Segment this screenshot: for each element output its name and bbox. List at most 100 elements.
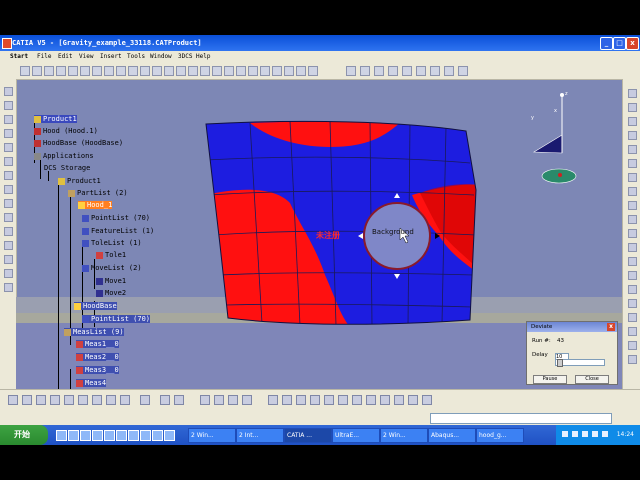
tool-icon[interactable] <box>78 395 88 405</box>
tree-node-label: PartList (2) <box>77 189 128 197</box>
quick-launch-icon[interactable] <box>80 430 91 441</box>
quick-launch-icon[interactable] <box>116 430 127 441</box>
tool-icon[interactable] <box>242 395 252 405</box>
quick-launch-icon[interactable] <box>56 430 67 441</box>
tray-icon[interactable] <box>592 431 598 437</box>
tool-icon[interactable] <box>106 395 116 405</box>
tool-icon[interactable] <box>22 395 32 405</box>
tree-node-label: PointList (70) <box>91 315 151 323</box>
quick-launch-icon[interactable] <box>68 430 79 441</box>
pause-button[interactable]: Pause <box>533 375 567 384</box>
tool-icon[interactable] <box>36 395 46 405</box>
tool-icon[interactable] <box>8 395 18 405</box>
tree-node-movelist[interactable]: MoveList (2) <box>82 264 142 272</box>
tray-icon[interactable] <box>572 431 578 437</box>
quick-launch-icon[interactable] <box>104 430 115 441</box>
quick-launch-icon[interactable] <box>92 430 103 441</box>
part-icon <box>34 127 41 135</box>
taskbar-item[interactable]: UltraE... <box>332 428 380 443</box>
tree-node-pointlist[interactable]: PointList (70) <box>82 214 150 222</box>
tool-icon[interactable] <box>338 395 348 405</box>
tool-icon[interactable] <box>160 395 170 405</box>
tool-icon[interactable] <box>228 395 238 405</box>
tree-node-dcs-storage[interactable]: DCS Storage <box>44 164 90 172</box>
tree-node-move1[interactable]: Move1 <box>96 277 126 285</box>
tool-icon[interactable] <box>214 395 224 405</box>
taskbar-item[interactable]: 2 Win... <box>188 428 236 443</box>
tool-icon[interactable] <box>268 395 278 405</box>
tree-node-meas2[interactable]: Meas2__0 <box>76 353 119 361</box>
tool-icon[interactable] <box>380 395 390 405</box>
tree-node-pointlist-2[interactable]: PointList (70) <box>82 315 151 323</box>
tool-icon[interactable] <box>352 395 362 405</box>
tool-icon[interactable] <box>200 395 210 405</box>
tool-icon[interactable] <box>422 395 432 405</box>
tool-icon[interactable] <box>120 395 130 405</box>
point-list-icon <box>82 214 89 222</box>
tool-icon[interactable] <box>324 395 334 405</box>
tool-icon[interactable] <box>394 395 404 405</box>
tool-icon[interactable] <box>408 395 418 405</box>
taskbar-item[interactable]: 2 Int... <box>236 428 284 443</box>
tree-node-meas4[interactable]: Meas4 <box>76 379 107 387</box>
quick-launch-icon[interactable] <box>152 430 163 441</box>
quick-launch-icon[interactable] <box>140 430 151 441</box>
tree-node-measlist[interactable]: MeasList (9) <box>64 328 124 336</box>
tree-node-hood-1[interactable]: Hood_1 <box>78 201 113 209</box>
manipulator-circle[interactable] <box>363 202 431 270</box>
part-icon <box>74 302 81 310</box>
tree-node-product1[interactable]: Product1 <box>34 115 77 123</box>
tree-node-label: ToleList (1) <box>91 239 142 247</box>
tree-node-meas3[interactable]: Meas3__0 <box>76 366 119 374</box>
compass-icon[interactable] <box>532 93 577 184</box>
tree-node-applications[interactable]: Applications <box>34 152 94 160</box>
tree-node-label: PointList (70) <box>91 214 151 222</box>
run-label: Run #: <box>532 338 551 344</box>
tool-icon[interactable] <box>64 395 74 405</box>
tool-icon[interactable] <box>296 395 306 405</box>
compass-z-label: z <box>565 91 568 97</box>
taskbar-item-catia[interactable]: CATIA ... <box>284 428 332 443</box>
taskbar-item[interactable]: Abaqus... <box>428 428 476 443</box>
tree-node-product1-sub[interactable]: Product1 <box>58 177 101 185</box>
start-button[interactable]: 开始 <box>0 425 48 445</box>
tool-icon[interactable] <box>174 395 184 405</box>
close-dialog-button[interactable]: Close <box>575 375 609 384</box>
quick-launch-icon[interactable] <box>164 430 175 441</box>
tree-node-label: MeasList (9) <box>73 328 124 336</box>
move-list-icon <box>82 264 89 272</box>
list-icon <box>64 328 71 336</box>
tree-node-featurelist[interactable]: FeatureList (1) <box>82 227 154 235</box>
tool-icon[interactable] <box>92 395 102 405</box>
tree-node-hoodbase[interactable]: HoodBase (HoodBase) <box>34 139 123 147</box>
tool-icon[interactable] <box>310 395 320 405</box>
tree-node-partlist[interactable]: PartList (2) <box>68 189 128 197</box>
taskbar-item[interactable]: hood_g... <box>476 428 524 443</box>
tool-icon[interactable] <box>140 395 150 405</box>
taskbar-item[interactable]: 2 Win... <box>380 428 428 443</box>
tree-node-hoodbase-part[interactable]: HoodBase <box>74 302 117 310</box>
system-tray: 14:24 <box>556 425 640 445</box>
tray-icon[interactable] <box>582 431 588 437</box>
tree-node-tolelist[interactable]: ToleList (1) <box>82 239 142 247</box>
tool-icon[interactable] <box>366 395 376 405</box>
measure-icon <box>76 340 83 348</box>
tree-node-meas1[interactable]: Meas1__0 <box>76 340 119 348</box>
background-label: Background <box>372 228 414 236</box>
part-icon <box>78 201 85 209</box>
command-input[interactable] <box>430 413 612 424</box>
tree-node-hood[interactable]: Hood (Hood.1) <box>34 127 98 135</box>
tool-icon[interactable] <box>282 395 292 405</box>
quick-launch-icon[interactable] <box>128 430 139 441</box>
dialog-title-bar[interactable]: Deviate x <box>527 322 617 332</box>
tree-node-label: FeatureList (1) <box>91 227 155 235</box>
tray-icon[interactable] <box>562 431 568 437</box>
tree-node-move2[interactable]: Move2 <box>96 289 126 297</box>
tool-icon[interactable] <box>50 395 60 405</box>
tree-node-label: Meas4 <box>85 379 107 387</box>
tree-node-label: DCS Storage <box>44 164 91 172</box>
delay-slider-thumb[interactable] <box>557 359 563 367</box>
tree-node-tole1[interactable]: Tole1 <box>96 251 126 259</box>
tray-icon[interactable] <box>602 431 608 437</box>
dialog-close-icon[interactable]: x <box>607 323 615 331</box>
